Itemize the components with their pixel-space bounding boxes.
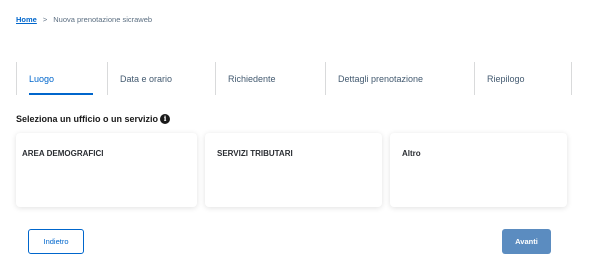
card-label: Altro <box>402 149 421 158</box>
prompt-text: Seleziona un ufficio o un servizio <box>16 114 159 124</box>
step-dettagli-prenotazione[interactable]: Dettagli prenotazione <box>326 62 475 95</box>
info-icon[interactable]: i <box>160 114 171 124</box>
card-area-demografici[interactable]: AREA DEMOGRAFICI <box>16 133 197 207</box>
selection-prompt: Seleziona un ufficio o un servizio i <box>16 114 171 124</box>
step-label: Luogo <box>29 73 55 84</box>
step-label: Dettagli prenotazione <box>338 73 424 84</box>
step-riepilogo[interactable]: Riepilogo <box>475 62 572 95</box>
next-button[interactable]: Avanti <box>502 229 551 254</box>
step-navigation: Luogo Data e orario Richiedente Dettagli… <box>16 62 572 95</box>
breadcrumb-current: Nuova prenotazione sicraweb <box>53 15 153 24</box>
breadcrumb: Home > Nuova prenotazione sicraweb <box>16 15 152 24</box>
card-altro[interactable]: Altro <box>390 133 567 207</box>
card-servizi-tributari[interactable]: SERVIZI TRIBUTARI <box>205 133 382 207</box>
step-label: Richiedente <box>228 73 276 84</box>
card-label: SERVIZI TRIBUTARI <box>217 149 293 158</box>
step-label: Data e orario <box>120 73 173 84</box>
step-richiedente[interactable]: Richiedente <box>216 62 326 95</box>
back-button[interactable]: Indietro <box>28 229 84 254</box>
step-data-orario[interactable]: Data e orario <box>108 62 216 95</box>
breadcrumb-separator: > <box>42 15 48 24</box>
step-label: Riepilogo <box>487 73 525 84</box>
breadcrumb-home-link[interactable]: Home <box>16 15 37 24</box>
step-luogo[interactable]: Luogo <box>16 62 108 95</box>
card-label: AREA DEMOGRAFICI <box>22 149 104 158</box>
